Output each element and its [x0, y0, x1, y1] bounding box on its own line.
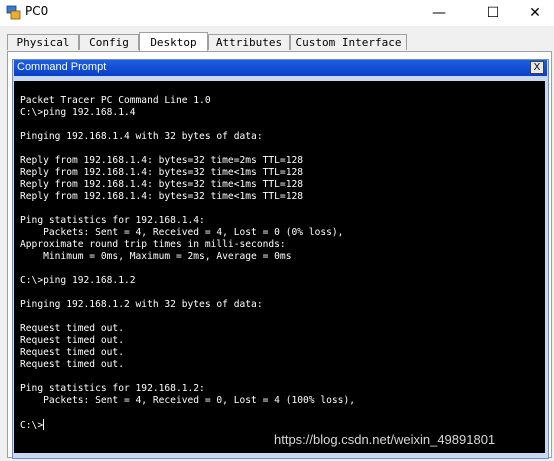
text-cursor	[43, 419, 45, 430]
tab-physical[interactable]: Physical	[7, 34, 79, 50]
maximize-button[interactable]: ☐	[470, 0, 516, 26]
watermark-text: https://blog.csdn.net/weixin_49891801	[274, 432, 496, 447]
tab-config[interactable]: Config	[79, 34, 139, 50]
window-title: PC0	[25, 4, 49, 18]
terminal-console[interactable]: Packet Tracer PC Command Line 1.0 C:\>pi…	[14, 81, 545, 453]
tab-attributes[interactable]: Attributes	[208, 34, 290, 50]
terminal-output: Packet Tracer PC Command Line 1.0 C:\>pi…	[20, 95, 355, 432]
terminal-history: Packet Tracer PC Command Line 1.0 C:\>pi…	[20, 95, 356, 406]
terminal-prompt: C:\>	[20, 420, 44, 431]
command-prompt-close-button[interactable]: X	[530, 61, 544, 74]
close-button[interactable]: ✕	[512, 0, 554, 26]
minimize-button[interactable]: —	[416, 0, 462, 26]
command-prompt-title: Command Prompt	[17, 61, 107, 73]
window-titlebar: PC0 — ☐ ✕	[0, 0, 554, 26]
command-prompt-titlebar: Command Prompt X	[14, 60, 547, 76]
tab-desktop[interactable]: Desktop	[139, 32, 208, 51]
tab-custom-interface[interactable]: Custom Interface	[290, 34, 407, 50]
pc-app-icon	[6, 5, 21, 20]
